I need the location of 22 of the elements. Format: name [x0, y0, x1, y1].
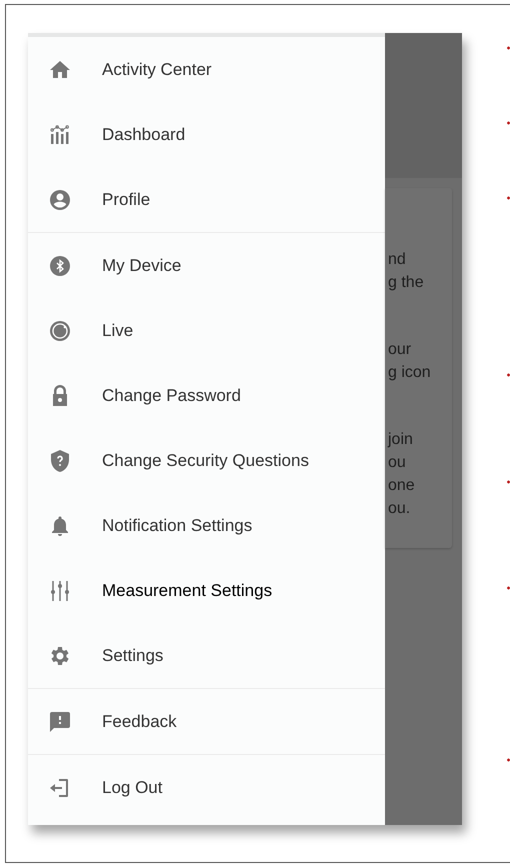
menu-item[interactable]: Activity Center [28, 37, 385, 102]
account-icon [48, 188, 72, 212]
menu-item[interactable]: Measurement Settings [28, 558, 385, 623]
menu-item[interactable]: Feedback [28, 689, 385, 754]
menu-item[interactable]: Notification Settings [28, 493, 385, 558]
menu-item[interactable]: Live [28, 298, 385, 363]
card-text: join ou one ou. [386, 430, 416, 519]
menu-item[interactable]: Settings [28, 623, 385, 688]
bar-chart-icon [48, 122, 72, 146]
sliders-icon [48, 578, 72, 602]
menu-item[interactable]: Log Out [28, 755, 385, 820]
feedback-icon [48, 710, 72, 734]
shield-question-icon [48, 448, 72, 472]
bluetooth-icon [48, 254, 72, 278]
card-text: our g icon [387, 340, 432, 383]
menu-item[interactable]: My Device [28, 233, 385, 298]
menu-item[interactable]: Dashboard [28, 102, 385, 167]
gauge-icon [48, 318, 72, 342]
menu-item[interactable]: Profile [28, 167, 385, 232]
card-text: nd g the [387, 250, 425, 293]
menu-item[interactable]: Change Security Questions [28, 428, 385, 493]
menu-item[interactable]: Change Password [28, 363, 385, 428]
